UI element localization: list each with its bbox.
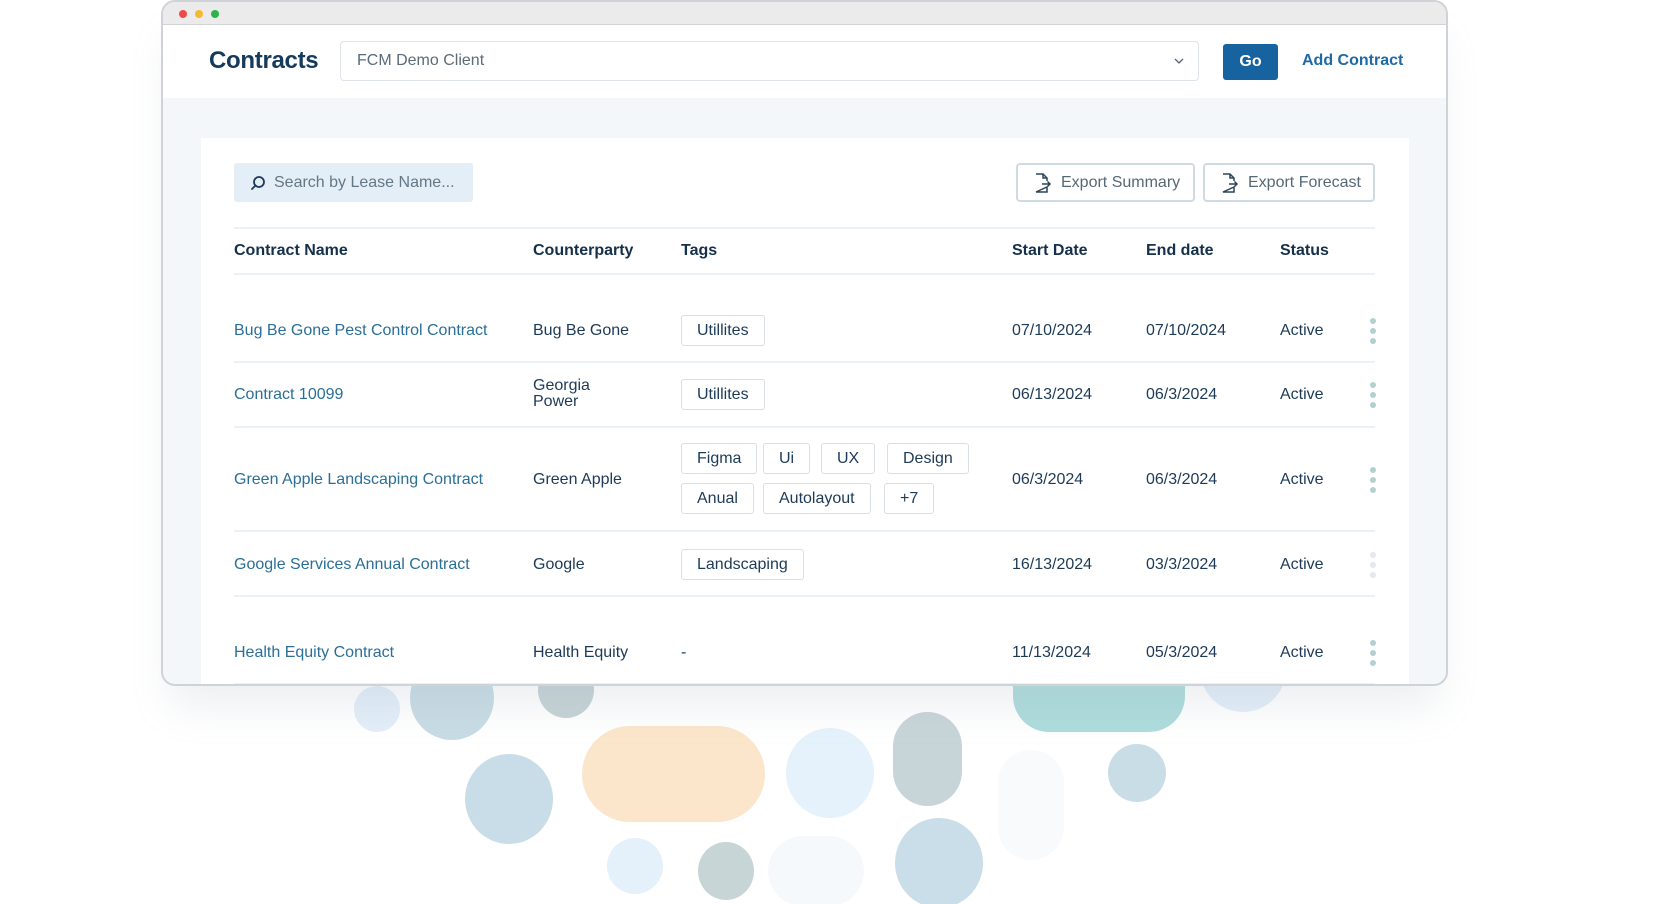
tag[interactable]: Utillites — [681, 379, 765, 410]
row-actions-kebab-icon[interactable] — [1369, 318, 1377, 346]
divider — [234, 361, 1375, 363]
search-icon — [251, 176, 265, 190]
go-button[interactable]: Go — [1223, 44, 1278, 80]
divider — [234, 227, 1375, 229]
counterparty: Google — [533, 556, 585, 573]
column-header-tags[interactable]: Tags — [681, 242, 717, 260]
decor-circle — [465, 754, 553, 844]
decor-pill — [768, 836, 864, 904]
row-actions-kebab-icon[interactable] — [1369, 467, 1377, 495]
status: Active — [1280, 386, 1324, 403]
start-date: 06/13/2024 — [1012, 386, 1093, 403]
search-placeholder: Search by Lease Name... — [274, 174, 455, 191]
counterparty: Bug Be Gone — [533, 322, 630, 339]
divider — [234, 273, 1375, 275]
export-summary-label: Export Summary — [1061, 174, 1181, 191]
counterparty: Health Equity — [533, 644, 629, 661]
start-date: 07/10/2024 — [1012, 322, 1093, 339]
contract-name-link[interactable]: Google Services Annual Contract — [234, 556, 470, 574]
status: Active — [1280, 471, 1324, 488]
more-tags-badge[interactable]: +7 — [884, 483, 935, 514]
status: Active — [1280, 556, 1324, 573]
row-actions-kebab-icon[interactable] — [1369, 640, 1377, 668]
divider — [234, 530, 1375, 532]
start-date: 11/13/2024 — [1012, 644, 1091, 661]
client-select-value: FCM Demo Client — [357, 52, 485, 69]
column-header-status[interactable]: Status — [1280, 242, 1329, 260]
tag[interactable]: UX — [821, 443, 876, 474]
tag[interactable]: Landscaping — [681, 549, 804, 580]
start-date: 16/13/2024 — [1012, 556, 1093, 573]
decor-circle — [698, 842, 754, 900]
start-date: 06/3/2024 — [1012, 471, 1084, 488]
contract-name-link[interactable]: Health Equity Contract — [234, 644, 394, 662]
page-title: Contracts — [209, 47, 319, 74]
decor-circle — [1108, 744, 1166, 802]
search-input[interactable]: Search by Lease Name... — [234, 163, 473, 202]
counterparty: Green Apple — [533, 471, 622, 488]
export-summary-button[interactable]: Export Summary — [1016, 163, 1195, 202]
decor-pill — [582, 726, 765, 822]
export-forecast-button[interactable]: Export Forecast — [1203, 163, 1375, 202]
decor-circle — [786, 728, 874, 818]
page-header: Contracts FCM Demo Client Go Add Contrac… — [163, 25, 1446, 98]
tag[interactable]: Ui — [763, 443, 811, 474]
chevron-down-icon — [1174, 58, 1184, 64]
end-date: 05/3/2024 — [1146, 644, 1218, 661]
divider — [234, 426, 1375, 428]
tag[interactable]: Anual — [681, 483, 754, 514]
row-actions-kebab-icon[interactable] — [1369, 382, 1377, 410]
tags-empty: - — [681, 644, 687, 661]
column-header-end-date[interactable]: End date — [1146, 242, 1214, 260]
decor-pill — [998, 750, 1064, 860]
contract-name-link[interactable]: Green Apple Landscaping Contract — [234, 471, 483, 489]
close-window-icon[interactable] — [179, 10, 187, 18]
tag[interactable]: Utillites — [681, 315, 765, 346]
end-date: 06/3/2024 — [1146, 471, 1218, 488]
column-header-counterparty[interactable]: Counterparty — [533, 242, 633, 260]
tag[interactable]: Autolayout — [763, 483, 871, 514]
contract-name-link[interactable]: Bug Be Gone Pest Control Contract — [234, 322, 487, 340]
divider — [234, 683, 1375, 684]
maximize-window-icon[interactable] — [211, 10, 219, 18]
decor-circle — [895, 818, 983, 904]
app-window: Contracts FCM Demo Client Go Add Contrac… — [161, 0, 1448, 686]
tag[interactable]: Design — [887, 443, 969, 474]
file-export-icon — [1035, 173, 1052, 193]
status: Active — [1280, 322, 1324, 339]
column-header-start-date[interactable]: Start Date — [1012, 242, 1088, 260]
end-date: 06/3/2024 — [1146, 386, 1218, 403]
export-forecast-label: Export Forecast — [1248, 174, 1361, 191]
minimize-window-icon[interactable] — [195, 10, 203, 18]
client-select[interactable]: FCM Demo Client — [340, 41, 1199, 81]
row-actions-kebab-icon[interactable] — [1369, 552, 1377, 580]
counterparty: Georgia Power — [533, 377, 590, 410]
end-date: 07/10/2024 — [1146, 322, 1227, 339]
window-titlebar — [163, 2, 1446, 25]
decor-pill — [893, 712, 962, 806]
contract-name-link[interactable]: Contract 10099 — [234, 386, 343, 404]
status: Active — [1280, 644, 1324, 661]
tag[interactable]: Figma — [681, 443, 758, 474]
file-export-icon — [1222, 173, 1239, 193]
divider — [234, 595, 1375, 597]
decor-circle — [607, 838, 663, 894]
contracts-card: Search by Lease Name... Export Summary E… — [201, 138, 1409, 684]
add-contract-link[interactable]: Add Contract — [1302, 52, 1403, 70]
end-date: 03/3/2024 — [1146, 556, 1218, 573]
column-header-contract-name[interactable]: Contract Name — [234, 242, 348, 260]
decor-circle — [354, 686, 400, 732]
